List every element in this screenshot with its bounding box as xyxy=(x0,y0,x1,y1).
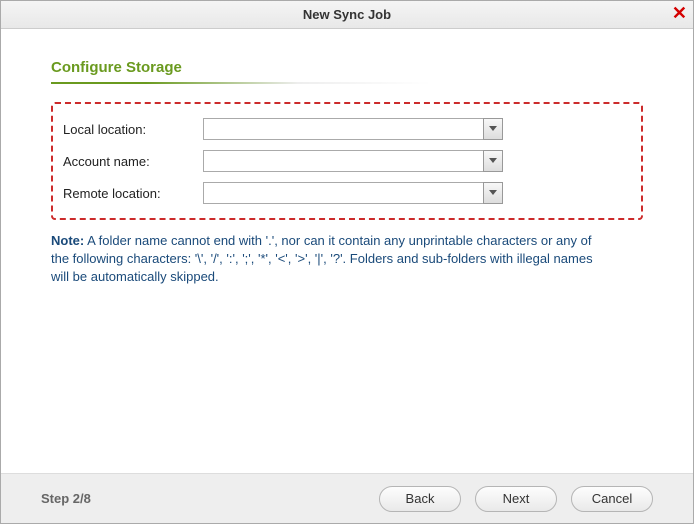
step-indicator: Step 2/8 xyxy=(41,491,91,506)
account-name-input[interactable] xyxy=(203,150,483,172)
local-location-input[interactable] xyxy=(203,118,483,140)
chevron-down-icon xyxy=(489,158,497,164)
note-prefix: Note: xyxy=(51,233,84,248)
cancel-button[interactable]: Cancel xyxy=(571,486,653,512)
remote-location-input[interactable] xyxy=(203,182,483,204)
back-button[interactable]: Back xyxy=(379,486,461,512)
dialog-footer: Step 2/8 Back Next Cancel xyxy=(1,473,693,523)
account-name-row: Account name: xyxy=(63,150,623,172)
dialog-content: Configure Storage Local location: Accoun… xyxy=(1,29,693,473)
account-name-combo xyxy=(203,150,503,172)
note-text: Note: A folder name cannot end with '.',… xyxy=(51,232,611,287)
account-name-dropdown-button[interactable] xyxy=(483,150,503,172)
remote-location-row: Remote location: xyxy=(63,182,623,204)
remote-location-combo xyxy=(203,182,503,204)
chevron-down-icon xyxy=(489,190,497,196)
configure-storage-box: Local location: Account name: xyxy=(51,102,643,220)
next-button[interactable]: Next xyxy=(475,486,557,512)
titlebar: New Sync Job ✕ xyxy=(1,1,693,29)
remote-location-dropdown-button[interactable] xyxy=(483,182,503,204)
new-sync-job-dialog: New Sync Job ✕ Configure Storage Local l… xyxy=(0,0,694,524)
local-location-row: Local location: xyxy=(63,118,623,140)
close-icon[interactable]: ✕ xyxy=(672,4,687,22)
section-heading: Configure Storage xyxy=(51,59,643,76)
account-name-label: Account name: xyxy=(63,154,203,169)
note-body: A folder name cannot end with '.', nor c… xyxy=(51,233,593,284)
dialog-title: New Sync Job xyxy=(303,7,391,22)
local-location-label: Local location: xyxy=(63,122,203,137)
heading-underline xyxy=(51,82,431,84)
remote-location-label: Remote location: xyxy=(63,186,203,201)
local-location-dropdown-button[interactable] xyxy=(483,118,503,140)
local-location-combo xyxy=(203,118,503,140)
chevron-down-icon xyxy=(489,126,497,132)
